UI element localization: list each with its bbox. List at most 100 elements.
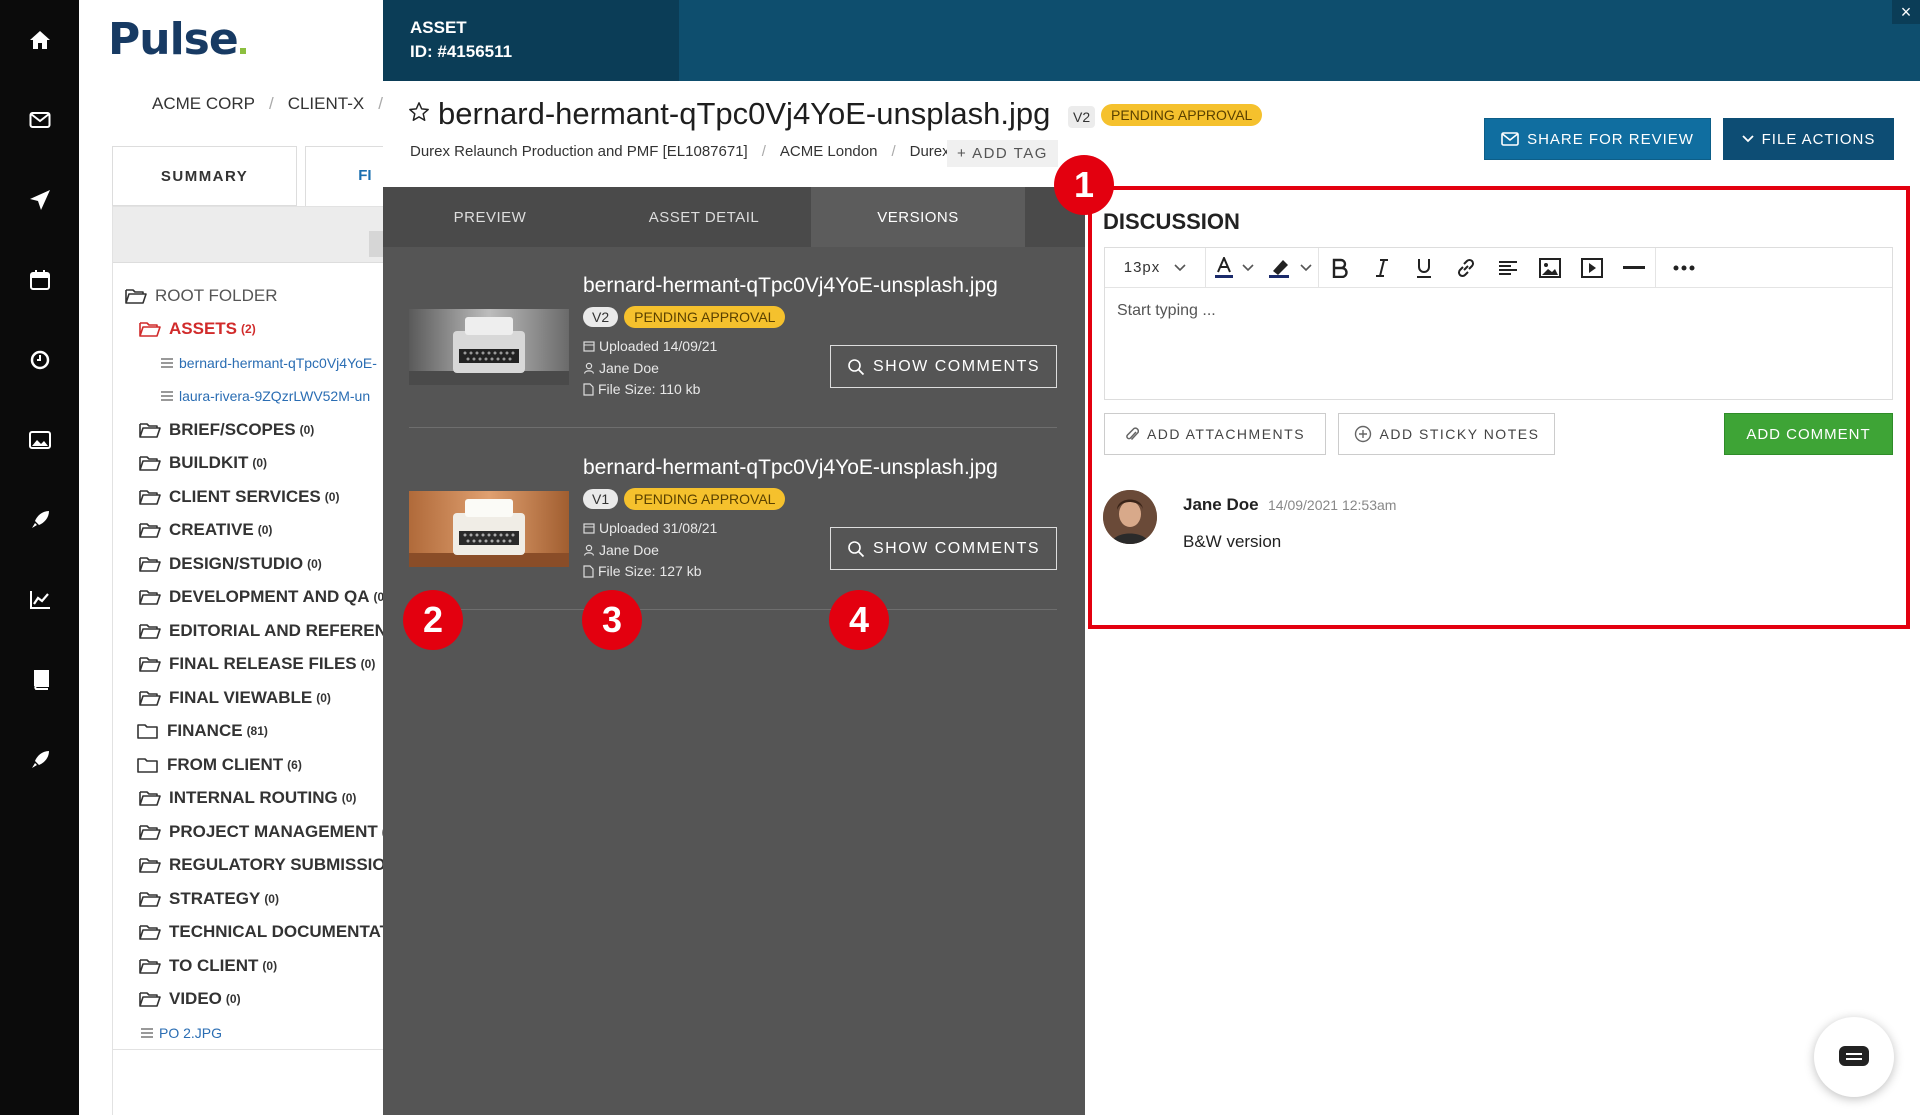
tab-asset-detail[interactable]: ASSET DETAIL [597, 187, 811, 247]
insert-image-icon[interactable] [1529, 248, 1571, 288]
tree-folder-item[interactable]: ASSETS (2) [125, 313, 383, 347]
tree-folder-item[interactable]: FINAL RELEASE FILES (0) [125, 648, 383, 682]
close-button[interactable]: × [1892, 0, 1920, 24]
share-for-review-button[interactable]: SHARE FOR REVIEW [1484, 118, 1711, 160]
tree-folder-item[interactable]: CREATIVE (0) [125, 514, 383, 548]
tree-folder-item[interactable]: TO CLIENT (0) [125, 949, 383, 983]
tree-item-count: (0) [299, 422, 315, 437]
breadcrumb-client[interactable]: ACME CORP [152, 94, 255, 113]
image-icon[interactable] [24, 424, 56, 456]
tree-item-label: PO 2.JPG [159, 1024, 223, 1041]
tree-item-label: FROM CLIENT [167, 754, 284, 774]
tree-item-count: (6) [287, 757, 302, 772]
highlight-icon[interactable] [1262, 248, 1318, 288]
add-comment-button[interactable]: ADD COMMENT [1724, 413, 1893, 455]
file-actions-button[interactable]: FILE ACTIONS [1723, 118, 1894, 160]
version-name[interactable]: bernard-hermant-qTpc0Vj4YoE-unsplash.jpg [583, 274, 998, 298]
tree-folder-item[interactable]: FINAL VIEWABLE (0) [125, 681, 383, 715]
crumb-project[interactable]: Durex Relaunch Production and PMF [EL108… [410, 143, 748, 160]
tree-folder-item[interactable]: STRATEGY (0) [125, 882, 383, 916]
tree-folder-item[interactable]: DEVELOPMENT AND QA (0 [125, 581, 383, 615]
send-icon[interactable] [24, 184, 56, 216]
tree-folder-item[interactable]: ROOT FOLDER [125, 279, 383, 313]
horizontal-rule-icon[interactable] [1613, 248, 1655, 288]
tree-folder-item[interactable]: VIDEO (0) [125, 983, 383, 1017]
share-label: SHARE FOR REVIEW [1527, 130, 1694, 148]
show-comments-button[interactable]: SHOW COMMENTS [830, 345, 1057, 388]
crumb-office[interactable]: ACME London [780, 143, 878, 160]
version-divider [409, 609, 1057, 610]
crumb-brand[interactable]: Durex [910, 143, 950, 160]
tree-item-label: FINAL RELEASE FILES [169, 654, 357, 674]
editor-toolbar: 13px [1105, 247, 1892, 288]
add-attachments-button[interactable]: ADD ATTACHMENTS [1104, 413, 1326, 455]
tree-item-label: FINANCE [167, 721, 243, 741]
book-icon[interactable] [24, 664, 56, 696]
chat-launcher[interactable] [1814, 1017, 1894, 1097]
tree-footer [112, 1050, 384, 1115]
tree-item-label: CREATIVE [169, 520, 254, 540]
tab-preview[interactable]: PREVIEW [383, 187, 597, 247]
version-thumbnail[interactable] [409, 309, 569, 385]
file-size-text: File Size: 127 kb [598, 563, 702, 579]
rocket2-icon[interactable] [24, 744, 56, 776]
tree-folder-item[interactable]: INTERNAL ROUTING (0) [125, 782, 383, 816]
show-comments-button[interactable]: SHOW COMMENTS [830, 527, 1057, 570]
tree-folder-item[interactable]: BRIEF/SCOPES (0) [125, 413, 383, 447]
link-icon[interactable] [1445, 248, 1487, 288]
tree-folder-item[interactable]: FINANCE (81) [125, 715, 383, 749]
clock-icon[interactable] [24, 344, 56, 376]
status-badge: PENDING APPROVAL [624, 306, 786, 328]
tab-files[interactable]: FI [305, 146, 384, 206]
add-tag-button[interactable]: + ADD TAG [947, 140, 1058, 167]
callout-3: 3 [582, 590, 642, 650]
insert-video-icon[interactable] [1571, 248, 1613, 288]
show-comments-label: SHOW COMMENTS [872, 357, 1041, 375]
tree-folder-item[interactable]: PROJECT MANAGEMENT( [125, 815, 383, 849]
tree-folder-item[interactable]: FROM CLIENT (6) [125, 748, 383, 782]
text-color-icon[interactable] [1206, 248, 1262, 288]
folder-open-icon [139, 489, 161, 505]
background-tabs: SUMMARY FI [112, 146, 384, 206]
tab-versions[interactable]: VERSIONS [811, 187, 1025, 247]
tree-file-item[interactable]: PO 2.JPG [125, 1016, 383, 1049]
comment-input[interactable]: Start typing ... [1105, 288, 1892, 334]
folder-open-icon [139, 925, 161, 941]
paperclip-icon [1126, 427, 1139, 441]
tree-file-item[interactable]: bernard-hermant-qTpc0Vj4YoE- [125, 346, 383, 380]
tree-folder-item[interactable]: TECHNICAL DOCUMENTAT [125, 916, 383, 950]
italic-icon[interactable] [1361, 248, 1403, 288]
font-size-select[interactable]: 13px [1105, 248, 1205, 288]
version-thumbnail[interactable] [409, 491, 569, 567]
uploaded-text: Uploaded 31/08/21 [599, 520, 718, 536]
tree-folder-item[interactable]: BUILDKIT (0) [125, 447, 383, 481]
add-sticky-notes-button[interactable]: ADD STICKY NOTES [1338, 413, 1555, 455]
star-icon[interactable] [408, 101, 430, 128]
more-options-icon[interactable] [1656, 248, 1712, 288]
tree-folder-item[interactable]: CLIENT SERVICES (0) [125, 480, 383, 514]
underline-icon[interactable] [1403, 248, 1445, 288]
breadcrumb: ACME CORP / CLIENT-X / [152, 94, 383, 113]
rocket-icon[interactable] [24, 504, 56, 536]
tree-folder-item[interactable]: EDITORIAL AND REFERENC [125, 614, 383, 648]
bold-icon[interactable] [1319, 248, 1361, 288]
version-card: bernard-hermant-qTpc0Vj4YoE-unsplash.jpg… [409, 456, 1057, 606]
tree-file-item[interactable]: laura-rivera-9ZQzrLWV52M-un [125, 380, 383, 414]
tree-toolbar-button[interactable] [369, 231, 383, 257]
chart-icon[interactable] [24, 584, 56, 616]
home-icon[interactable] [24, 24, 56, 56]
tree-folder-item[interactable]: REGULATORY SUBMISSION [125, 849, 383, 883]
user-icon [583, 362, 595, 374]
version-name[interactable]: bernard-hermant-qTpc0Vj4YoE-unsplash.jpg [583, 456, 998, 480]
folder-icon [137, 757, 158, 773]
calendar-icon[interactable] [24, 264, 56, 296]
callout-1: 1 [1054, 155, 1114, 215]
breadcrumb-project[interactable]: CLIENT-X [288, 94, 365, 113]
nav-rail [0, 0, 79, 1115]
tree-folder-item[interactable]: DESIGN/STUDIO (0) [125, 547, 383, 581]
show-comments-label: SHOW COMMENTS [872, 539, 1041, 557]
align-left-icon[interactable] [1487, 248, 1529, 288]
mail-icon[interactable] [24, 104, 56, 136]
tab-summary[interactable]: SUMMARY [112, 146, 298, 206]
file-icon [161, 357, 173, 368]
